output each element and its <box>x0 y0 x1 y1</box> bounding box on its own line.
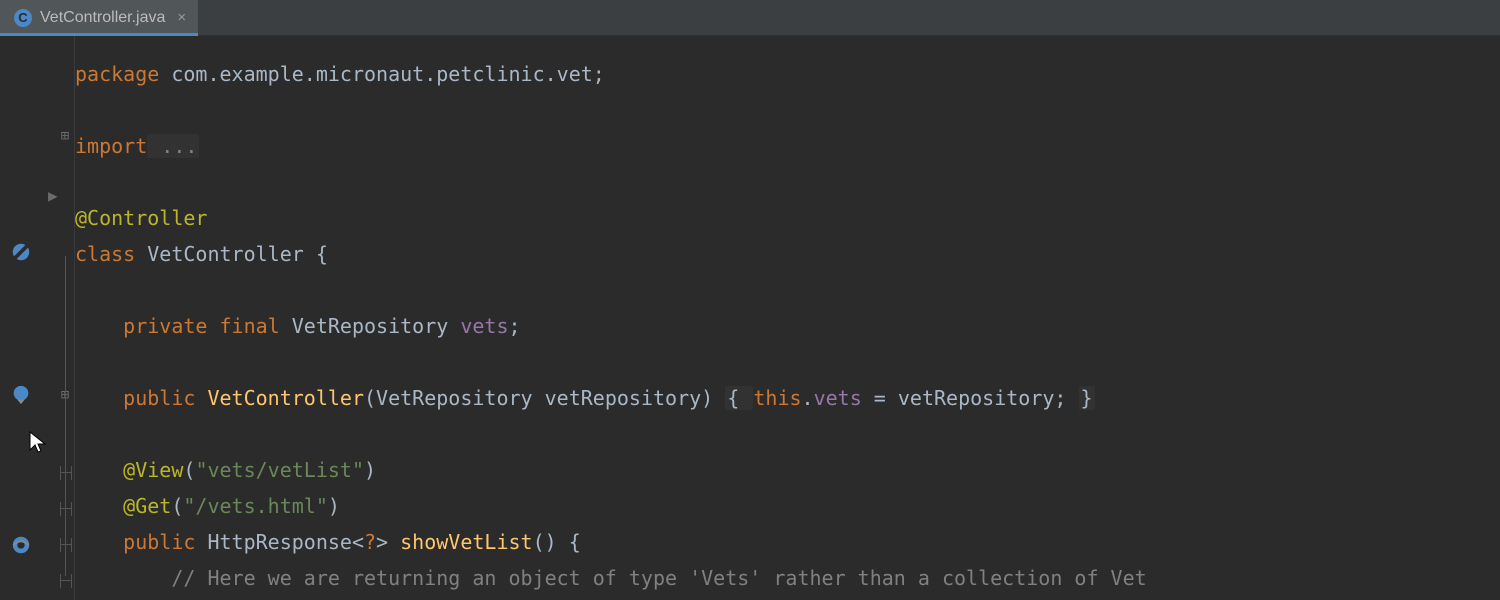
code-editor[interactable]: ⊞ ▶ ⊞ package com.example.micronaut.petc… <box>0 36 1500 600</box>
class-file-icon: C <box>14 9 32 27</box>
keyword-import: import <box>75 134 147 158</box>
field-ref: vets <box>814 386 862 410</box>
paren: ) <box>328 494 340 518</box>
tab-filename: VetController.java <box>40 9 165 27</box>
paren: ( <box>364 386 376 410</box>
editor-tabbar: C VetController.java × <box>0 0 1500 36</box>
method-name: showVetList <box>400 530 532 554</box>
dot: . <box>802 386 814 410</box>
keyword-private: private <box>123 314 207 338</box>
method-separator-icon <box>60 502 72 516</box>
keyword-class: class <box>75 242 135 266</box>
keyword-final: final <box>207 314 279 338</box>
return-type: HttpResponse< <box>195 530 364 554</box>
package-name: com.example.micronaut.petclinic.vet <box>159 62 592 86</box>
gutter-endpoint-icon[interactable] <box>10 534 32 556</box>
string-literal: "vets/vetList" <box>195 458 364 482</box>
keyword-public: public <box>123 530 195 554</box>
run-gutter-icon[interactable]: ▶ <box>48 186 58 205</box>
paren: ) <box>364 458 376 482</box>
code-area[interactable]: package com.example.micronaut.petclinic.… <box>75 36 1147 600</box>
keyword-this: this <box>753 386 801 410</box>
indent <box>75 530 123 554</box>
type-ref: VetRepository <box>280 314 461 338</box>
method-separator-icon <box>60 466 72 480</box>
annotation-controller: @Controller <box>75 206 207 230</box>
brace: { <box>316 242 328 266</box>
code-line: public VetController(VetRepository vetRe… <box>75 386 1095 410</box>
punct: ; <box>593 62 605 86</box>
indent <box>75 566 171 590</box>
class-name: VetController <box>135 242 316 266</box>
code-line: @Get("/vets.html") <box>75 494 340 518</box>
indent <box>75 494 123 518</box>
gutter-autowired-icon[interactable] <box>10 384 32 406</box>
assign-expr: = vetRepository; <box>862 386 1079 410</box>
code-line: public HttpResponse<?> showVetList() { <box>75 530 581 554</box>
code-line: import ... <box>75 134 199 158</box>
paren: ) <box>701 386 725 410</box>
fold-toggle-icon[interactable]: ⊞ <box>59 130 71 142</box>
punct: ; <box>509 314 521 338</box>
constructor-name: VetController <box>195 386 364 410</box>
method-signature-rest: () { <box>533 530 581 554</box>
code-line: @Controller <box>75 206 207 230</box>
method-separator-icon <box>60 574 72 588</box>
annotation-get: @Get <box>123 494 171 518</box>
gutter-bean-icon[interactable] <box>10 241 32 263</box>
editor-gutter[interactable]: ⊞ ▶ ⊞ <box>0 36 75 600</box>
param-name: vetRepository <box>545 386 702 410</box>
indent <box>75 458 123 482</box>
brace: } <box>1079 386 1095 410</box>
code-line: // Here we are returning an object of ty… <box>75 566 1147 590</box>
method-separator-icon <box>60 538 72 552</box>
code-line: private final VetRepository vets; <box>75 314 521 338</box>
comment: // Here we are returning an object of ty… <box>171 566 1146 590</box>
annotation-view: @View <box>123 458 183 482</box>
code-line: class VetController { <box>75 242 328 266</box>
close-tab-icon[interactable]: × <box>173 9 186 26</box>
code-line: @View("vets/vetList") <box>75 458 376 482</box>
field-name: vets <box>460 314 508 338</box>
string-literal: "/vets.html" <box>183 494 328 518</box>
paren: ( <box>171 494 183 518</box>
code-line: package com.example.micronaut.petclinic.… <box>75 62 605 86</box>
keyword-public: public <box>123 386 195 410</box>
paren: ( <box>183 458 195 482</box>
return-type: > <box>376 530 400 554</box>
indent <box>75 386 123 410</box>
folded-imports[interactable]: ... <box>147 134 199 158</box>
keyword-package: package <box>75 62 159 86</box>
param-type: VetRepository <box>376 386 545 410</box>
fold-guide-line <box>65 256 66 576</box>
indent <box>75 314 123 338</box>
editor-tab-vetcontroller[interactable]: C VetController.java × <box>0 0 198 35</box>
wildcard: ? <box>364 530 376 554</box>
brace: { <box>725 386 753 410</box>
